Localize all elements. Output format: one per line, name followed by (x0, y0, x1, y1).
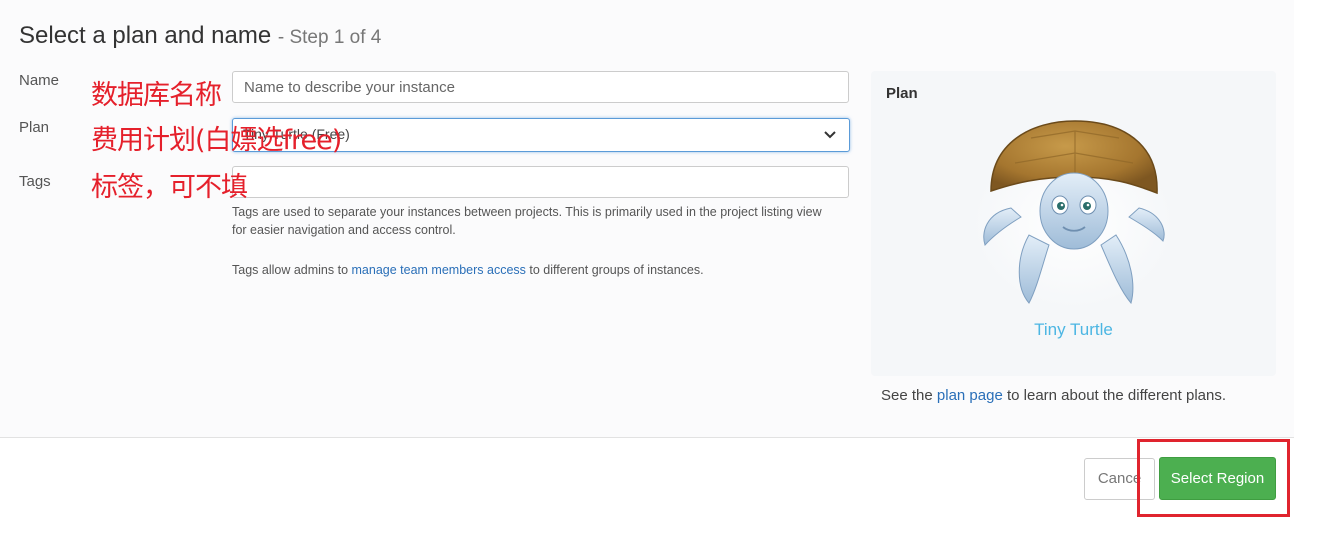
plan-card: Plan Tiny Turtle (871, 71, 1276, 376)
tags-admin-help-pre: Tags allow admins to (232, 263, 349, 277)
tags-annotation: 标签，可不填 (91, 172, 248, 203)
plan-card-title: Plan (886, 85, 918, 102)
tags-help-text: Tags are used to separate your instances… (232, 205, 822, 237)
tags-admin-help-post: to different groups of instances. (529, 263, 704, 277)
tags-admin-help: Tags allow admins to manage team members… (232, 261, 704, 279)
plan-page-link[interactable]: plan page (937, 387, 1003, 404)
name-label: Name (19, 72, 60, 89)
plan-info-post: to learn about the different plans. (1006, 387, 1227, 404)
tags-label: Tags (19, 173, 51, 190)
plan-annotation: 费用计划(白嫖选free) (91, 125, 342, 156)
page-title: Select a plan and name - Step 1 of 4 (19, 22, 381, 50)
plan-info-pre: See the (881, 387, 933, 404)
name-annotation: 数据库名称 (91, 80, 222, 111)
turtle-icon (973, 120, 1173, 308)
highlight-box (1137, 439, 1290, 517)
form-panel: Select a plan and name - Step 1 of 4 Nam… (0, 0, 1294, 438)
plan-info-text: See the plan page to learn about the dif… (881, 387, 1226, 404)
title-text: Select a plan and name (19, 22, 272, 49)
chevron-down-icon (824, 131, 836, 139)
step-indicator: - Step 1 of 4 (277, 27, 382, 48)
manage-team-access-link[interactable]: manage team members access (352, 263, 526, 277)
tags-input[interactable] (232, 166, 849, 198)
plan-name: Tiny Turtle (1034, 320, 1113, 339)
name-input[interactable] (232, 71, 849, 103)
plan-label: Plan (19, 119, 50, 136)
